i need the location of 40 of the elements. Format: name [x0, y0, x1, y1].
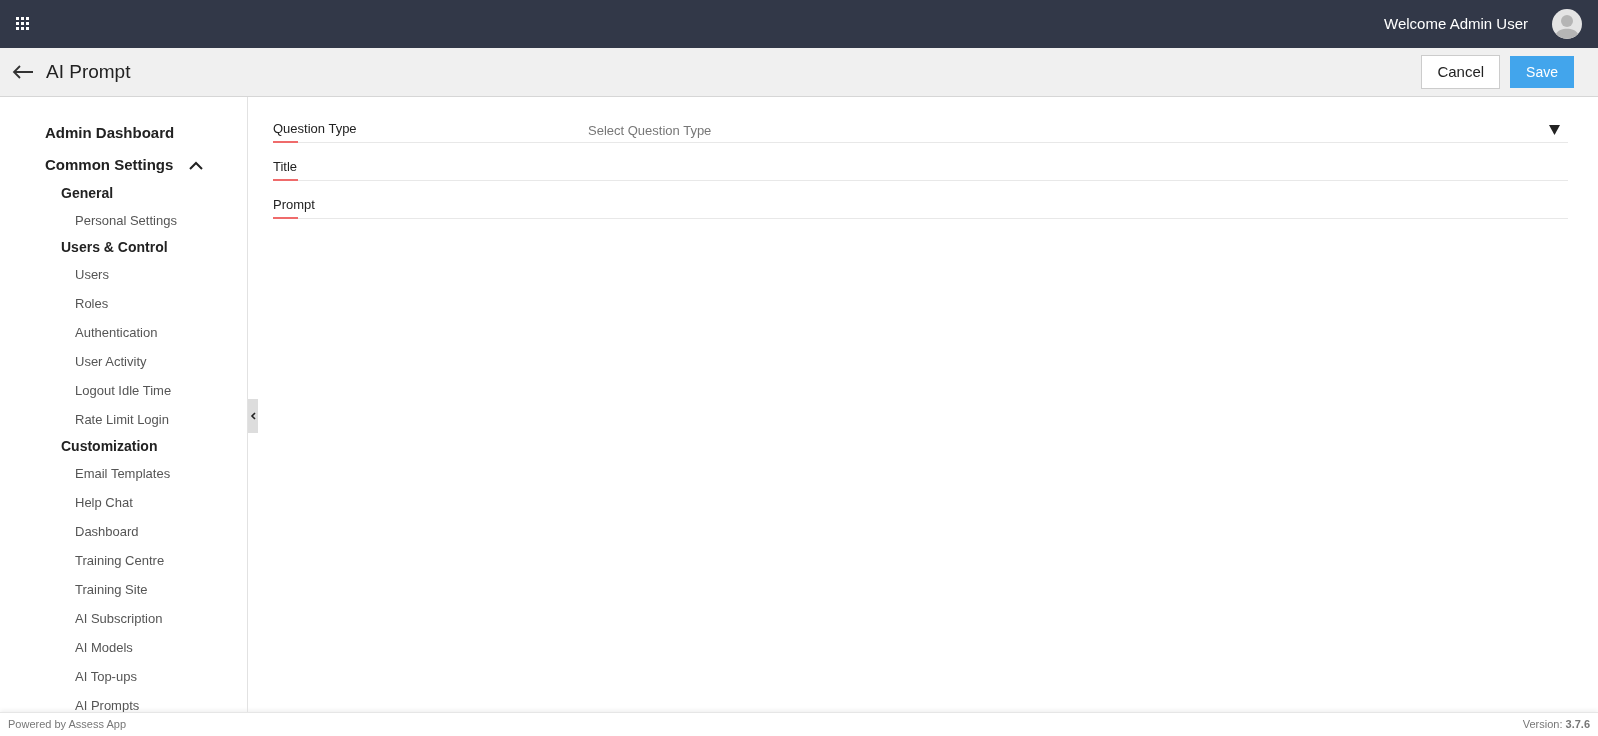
select-placeholder: Select Question Type: [588, 121, 712, 140]
chevron-up-icon[interactable]: [189, 160, 204, 170]
chevron-left-icon: [250, 412, 256, 420]
sidebar-link[interactable]: AI Prompts: [75, 695, 140, 712]
avatar-icon[interactable]: [1552, 9, 1582, 39]
sidebar-link[interactable]: Authentication: [75, 322, 158, 343]
input-field[interactable]: Prompt: [273, 181, 1568, 219]
powered-by-text: Powered by Assess App: [8, 717, 126, 733]
welcome-text: Welcome Admin User: [1384, 13, 1528, 34]
version-text: Version: 3.7.6: [1522, 717, 1590, 733]
back-arrow-icon[interactable]: [12, 64, 34, 80]
sidebar-link[interactable]: Roles: [75, 293, 109, 314]
sidebar-link[interactable]: Training Site: [75, 579, 148, 600]
sidebar-link[interactable]: User Activity: [75, 351, 147, 372]
cancel-button[interactable]: Cancel: [1421, 55, 1501, 89]
sidebar-link[interactable]: Dashboard: [75, 521, 139, 542]
sidebar-link[interactable]: AI Top-ups: [75, 666, 137, 687]
sidebar-group[interactable]: Users & Control: [61, 237, 168, 258]
dropdown-triangle-icon: [1549, 125, 1560, 136]
sidebar-link[interactable]: Email Templates: [75, 463, 171, 484]
sidebar-link[interactable]: Rate Limit Login: [75, 409, 169, 430]
field-label: Title: [273, 157, 299, 176]
sidebar-link[interactable]: Help Chat: [75, 492, 133, 513]
field-label: Prompt: [273, 195, 316, 214]
sidebar-group[interactable]: General: [61, 183, 114, 204]
apps-grid-icon[interactable]: [16, 17, 30, 31]
sidebar-link[interactable]: AI Models: [75, 637, 133, 658]
input-field[interactable]: Title: [273, 143, 1568, 181]
collapse-handle[interactable]: [248, 399, 258, 433]
sidebar-group[interactable]: Customization: [61, 436, 158, 457]
sidebar-link[interactable]: Users: [75, 264, 109, 285]
sidebar-item[interactable]: Common Settings: [45, 153, 174, 177]
sidebar-link[interactable]: AI Subscription: [75, 608, 163, 629]
page-title: AI Prompt: [46, 59, 131, 84]
sidebar-item[interactable]: Admin Dashboard: [45, 121, 175, 145]
select-field[interactable]: Question Type Select Question Type: [273, 105, 1568, 143]
sidebar-link[interactable]: Logout Idle Time: [75, 380, 172, 401]
sidebar-link[interactable]: Training Centre: [75, 550, 165, 571]
field-label: Question Type: [273, 119, 358, 138]
sidebar-link[interactable]: Personal Settings: [75, 210, 177, 231]
